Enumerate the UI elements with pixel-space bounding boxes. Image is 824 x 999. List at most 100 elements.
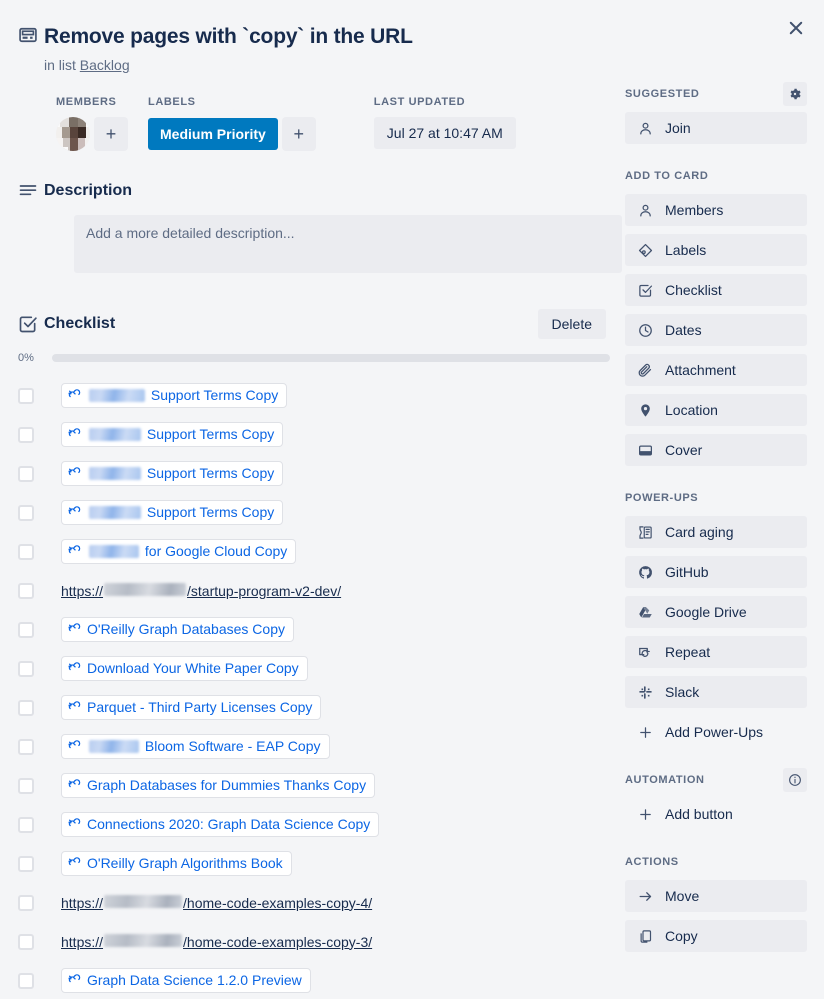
checklist-item-content: for Google Cloud Copy xyxy=(61,539,297,564)
sidebar-group-heading-label: POWER-UPS xyxy=(625,492,699,504)
sidebar-item-label: Repeat xyxy=(665,644,711,660)
redacted-text xyxy=(104,933,183,947)
plus-icon xyxy=(637,725,653,740)
checklist-item-content: Support Terms Copy xyxy=(61,500,284,525)
checklist-item-link-pill[interactable]: Support Terms Copy xyxy=(61,461,284,486)
sidebar-group: SUGGESTED Join xyxy=(625,82,807,144)
sidebar-item-card-aging[interactable]: Card aging xyxy=(625,516,807,548)
avatar[interactable] xyxy=(56,117,90,151)
checklist-icon xyxy=(18,314,44,334)
checklist-item-content: Graph Databases for Dummies Thanks Copy xyxy=(61,773,376,798)
sidebar-item-location[interactable]: Location xyxy=(625,394,807,426)
checklist-item-checkbox[interactable] xyxy=(18,543,34,560)
sidebar-item-checklist[interactable]: Checklist xyxy=(625,274,807,306)
checklist-item-link-pill[interactable]: Support Terms Copy xyxy=(61,383,288,408)
last-updated-heading: LAST UPDATED xyxy=(373,96,466,108)
sidebar-item-slack[interactable]: Slack xyxy=(625,676,807,708)
card-detail-modal: Remove pages with `copy` in the URL in l… xyxy=(0,0,824,999)
checklist-item-link-pill[interactable]: O'Reilly Graph Databases Copy xyxy=(61,617,294,642)
progress-percent-label: 0% xyxy=(18,352,34,364)
delete-checklist-button[interactable]: Delete xyxy=(537,309,606,339)
checklist-item-link-pill[interactable]: O'Reilly Graph Algorithms Book xyxy=(61,851,292,876)
checklist-item-content: O'Reilly Graph Algorithms Book xyxy=(61,851,292,876)
sidebar-item-add-button[interactable]: Add button xyxy=(625,798,807,830)
sidebar-item-members[interactable]: Members xyxy=(625,194,807,226)
checklist-item-content: https:///home-code-examples-copy-3/ xyxy=(61,933,372,950)
last-updated-block: LAST UPDATED Jul 27 at 10:47 AM xyxy=(373,96,516,149)
checklist-item-content: O'Reilly Graph Databases Copy xyxy=(61,617,294,642)
sidebar-group-heading: ACTIONS xyxy=(625,852,807,872)
checklist-icon xyxy=(637,283,653,298)
labels-heading: LABELS xyxy=(148,96,196,108)
sidebar-item-label: Dates xyxy=(665,322,702,338)
add-member-button[interactable]: + xyxy=(94,117,128,151)
checklist-item-link-pill[interactable]: Download Your White Paper Copy xyxy=(61,656,308,681)
sidebar-group: ADD TO CARD Members Labels Checklist Dates At… xyxy=(625,166,807,466)
checklist-item-checkbox[interactable] xyxy=(18,933,34,950)
checklist-item-label: Support Terms Copy xyxy=(87,465,274,482)
checklist-item-checkbox[interactable] xyxy=(18,660,34,677)
redacted-text xyxy=(89,506,141,519)
checklist-item-checkbox[interactable] xyxy=(18,582,34,599)
checklist-item-label: Graph Databases for Dummies Thanks Copy xyxy=(87,777,367,793)
add-label-button[interactable]: + xyxy=(281,117,316,151)
sidebar-item-copy[interactable]: Copy xyxy=(625,920,807,952)
checklist-item-url[interactable]: https:///home-code-examples-copy-3/ xyxy=(61,933,372,950)
checklist-item-checkbox[interactable] xyxy=(18,504,34,521)
sidebar-item-google-drive[interactable]: Google Drive xyxy=(625,596,807,628)
sidebar-group-heading-label: SUGGESTED xyxy=(625,88,700,100)
paperclip-icon xyxy=(637,363,653,378)
checklist-item-checkbox[interactable] xyxy=(18,699,34,716)
checklist-item-url[interactable]: https:///home-code-examples-copy-4/ xyxy=(61,894,372,911)
sidebar-item-dates[interactable]: Dates xyxy=(625,314,807,346)
checklist-item-checkbox[interactable] xyxy=(18,894,34,911)
link-pill-icon xyxy=(68,740,82,753)
sidebar-item-add-power-ups[interactable]: Add Power-Ups xyxy=(625,716,807,748)
sidebar-group: ACTIONS Move Copy xyxy=(625,852,807,952)
checklist-item-content: https:///startup-program-v2-dev/ xyxy=(61,582,341,599)
link-pill-icon xyxy=(68,506,82,519)
list-name-link[interactable]: Backlog xyxy=(80,57,130,73)
link-pill-icon xyxy=(68,974,82,987)
checklist-item-checkbox[interactable] xyxy=(18,738,34,755)
sidebar-group-heading: SUGGESTED xyxy=(625,82,807,106)
checklist-item-url[interactable]: https:///startup-program-v2-dev/ xyxy=(61,582,341,599)
description-input[interactable]: Add a more detailed description... xyxy=(74,215,622,273)
checklist-item-checkbox[interactable] xyxy=(18,855,34,872)
sidebar-settings-button[interactable] xyxy=(783,82,807,106)
checklist-item-checkbox[interactable] xyxy=(18,816,34,833)
checklist-item-checkbox[interactable] xyxy=(18,426,34,443)
checklist-item-checkbox[interactable] xyxy=(18,387,34,404)
sidebar-item-github[interactable]: GitHub xyxy=(625,556,807,588)
checklist-item-link-pill[interactable]: for Google Cloud Copy xyxy=(61,539,297,564)
sidebar-item-join[interactable]: Join xyxy=(625,112,807,144)
sidebar-item-repeat[interactable]: Repeat xyxy=(625,636,807,668)
sidebar-item-cover[interactable]: Cover xyxy=(625,434,807,466)
sidebar-info-button[interactable] xyxy=(783,768,807,792)
clock-icon xyxy=(637,323,653,338)
checklist-item-checkbox[interactable] xyxy=(18,972,34,989)
checklist-item-link-pill[interactable]: Support Terms Copy xyxy=(61,500,284,525)
redacted-text xyxy=(89,467,141,480)
checklist-item-link-pill[interactable]: Support Terms Copy xyxy=(61,422,284,447)
checklist-item-link-pill[interactable]: Graph Data Science 1.2.0 Preview xyxy=(61,968,311,993)
checklist-item-link-pill[interactable]: Bloom Software - EAP Copy xyxy=(61,734,330,759)
sidebar-item-label: Card aging xyxy=(665,524,734,540)
checklist-item-checkbox[interactable] xyxy=(18,777,34,794)
checklist-item-content: https:///home-code-examples-copy-4/ xyxy=(61,894,372,911)
checklist-item-content: Support Terms Copy xyxy=(61,461,284,486)
checklist-item-checkbox[interactable] xyxy=(18,465,34,482)
checklist-item-content: Support Terms Copy xyxy=(61,383,288,408)
checklist-item-link-pill[interactable]: Parquet - Third Party Licenses Copy xyxy=(61,695,322,720)
sidebar-item-attachment[interactable]: Attachment xyxy=(625,354,807,386)
sidebar-item-move[interactable]: Move xyxy=(625,880,807,912)
last-updated-value[interactable]: Jul 27 at 10:47 AM xyxy=(373,117,516,149)
checklist-item-link-pill[interactable]: Connections 2020: Graph Data Science Cop… xyxy=(61,812,380,837)
google-drive-icon xyxy=(637,605,653,620)
sidebar-item-labels[interactable]: Labels xyxy=(625,234,807,266)
checklist-item-link-pill[interactable]: Graph Databases for Dummies Thanks Copy xyxy=(61,773,376,798)
link-pill-icon xyxy=(68,428,82,441)
label-chip[interactable]: Medium Priority xyxy=(148,118,278,150)
checklist-item-checkbox[interactable] xyxy=(18,621,34,638)
